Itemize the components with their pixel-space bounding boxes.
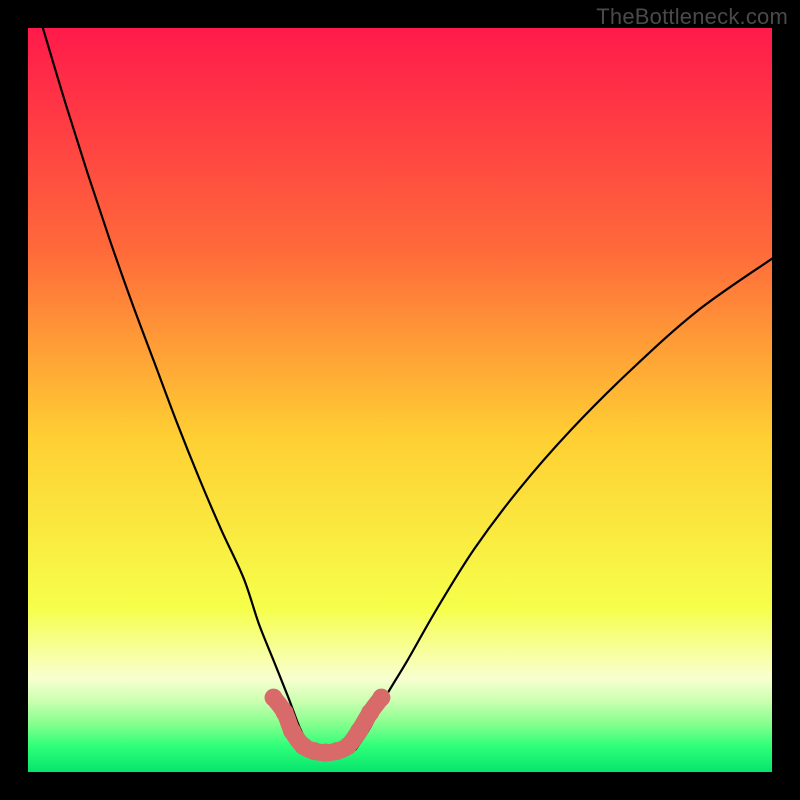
- chart-plot-area: [28, 28, 772, 772]
- chart-svg: [28, 28, 772, 772]
- gradient-background: [28, 28, 772, 772]
- watermark-text: TheBottleneck.com: [596, 4, 788, 30]
- chart-frame: TheBottleneck.com: [0, 0, 800, 800]
